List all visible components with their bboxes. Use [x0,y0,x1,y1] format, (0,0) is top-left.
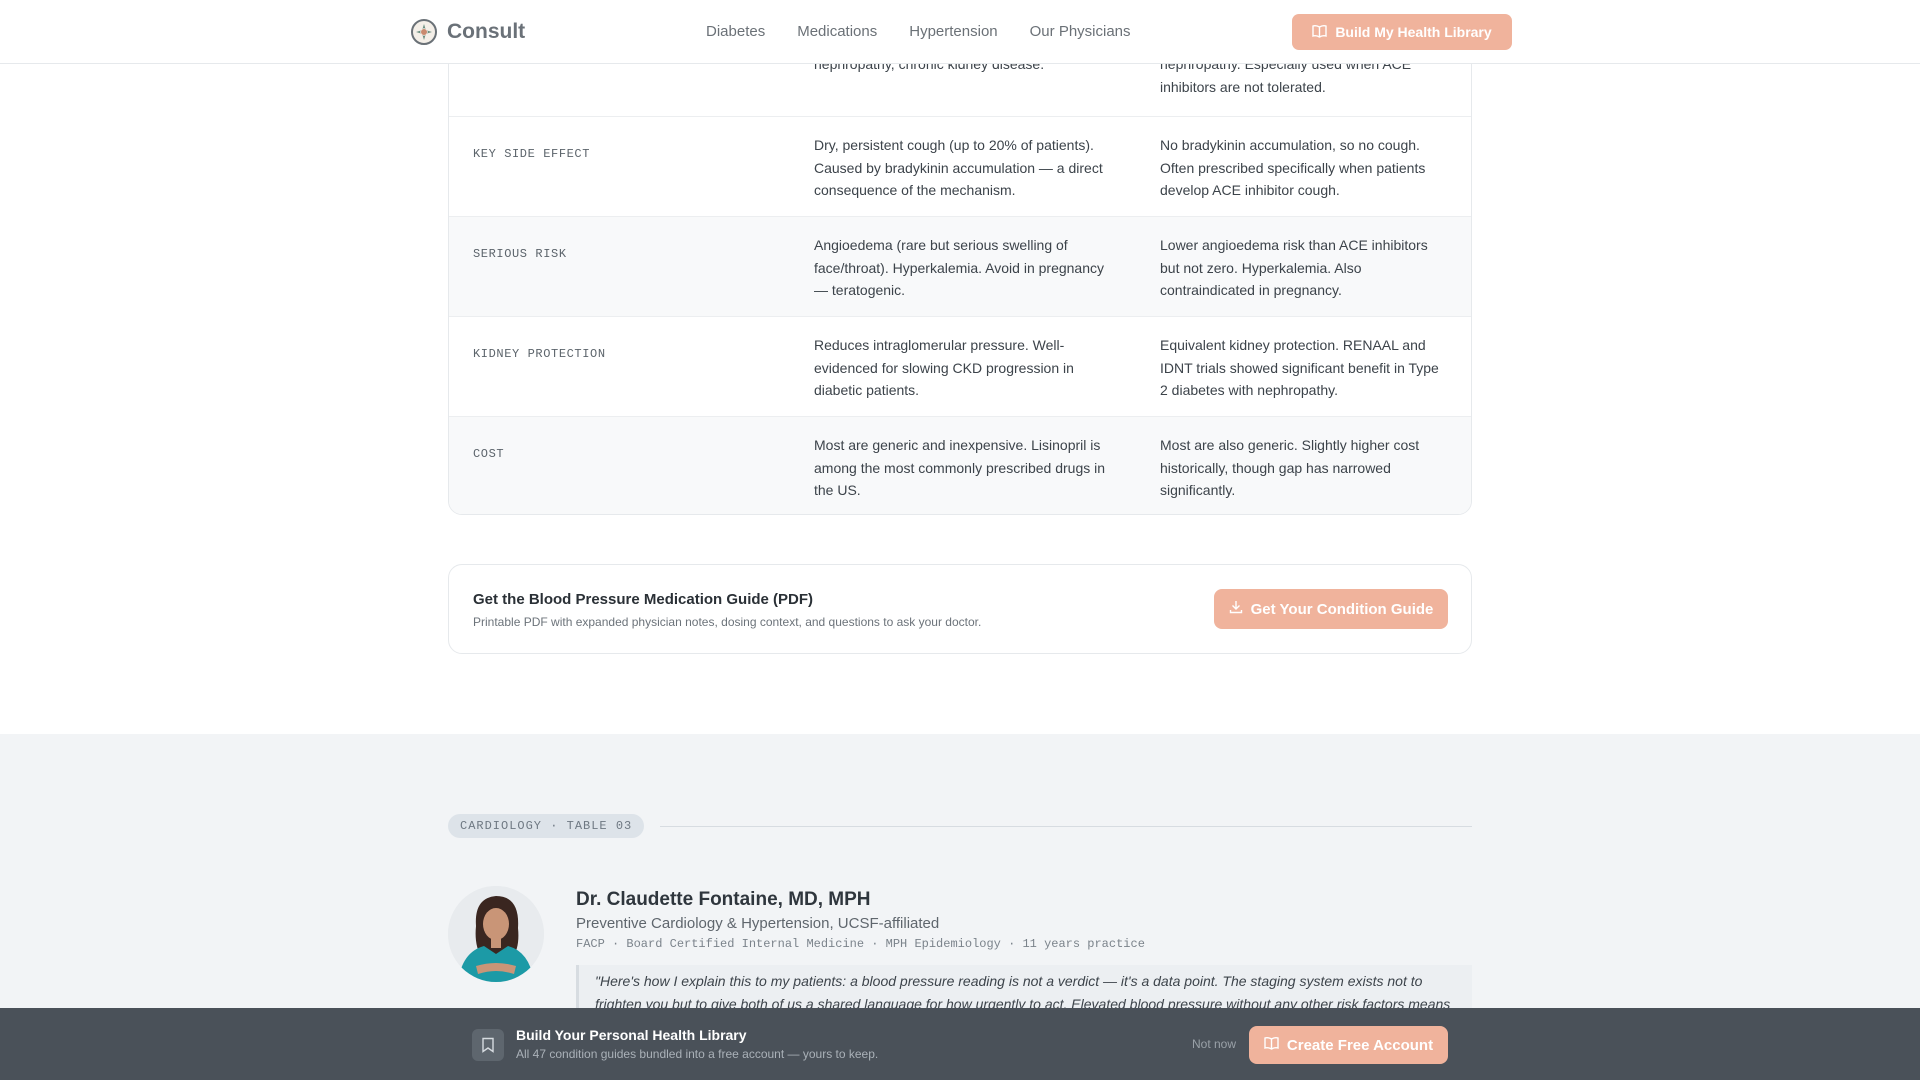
table-row: KIDNEY PROTECTION Reduces intraglomerula… [449,316,1471,416]
table-cell-arb: Equivalent kidney protection. RENAAL and… [1160,334,1460,402]
ace-vs-arb-comparison-table: nephropathy, chronic kidney disease. nep… [448,0,1472,515]
row-label: SERIOUS RISK [473,247,567,261]
create-free-account-button[interactable]: Create Free Account [1249,1026,1448,1064]
table-cell-line: Dry, persistent cough (up to 20% of pati… [814,137,1094,153]
table-cell-line: Often prescribed specifically when patie… [1160,159,1426,176]
banner-title: Build Your Personal Health Library [516,1027,747,1043]
book-open-icon [1312,24,1328,41]
nav-link-hypertension[interactable]: Hypertension [909,23,997,40]
table-cell-line: historically, though gap has narrowed [1160,459,1391,476]
row-label: KIDNEY PROTECTION [473,347,606,361]
table-cell-line: Most are also generic. Slightly higher c… [1160,437,1420,453]
pdf-guide-description: Printable PDF with expanded physician no… [473,615,982,629]
table-row: KEY SIDE EFFECT Dry, persistent cough (u… [449,116,1471,216]
banner-subtitle: All 47 condition guides bundled into a f… [516,1047,879,1061]
table-cell-line: No bradykinin accumulation, so no cough. [1160,137,1420,153]
table-cell-line: inhibitors are not tolerated. [1160,78,1326,95]
book-open-icon [1264,1036,1279,1054]
table-cell-line: evidenced for slowing CKD progression in [814,359,1074,376]
table-cell-line: IDNT trials showed significant benefit i… [1160,359,1439,376]
quote-line: "Here's how I explain this to my patient… [595,973,1423,989]
table-cell-line: Lower angioedema risk than ACE inhibitor… [1160,237,1428,253]
build-health-library-label: Build My Health Library [1335,24,1492,40]
table-cell-line: significantly. [1160,482,1236,498]
brand-name: Consult [447,20,526,43]
table-cell-line: — teratogenic. [814,282,906,298]
not-now-link[interactable]: Not now [1192,1037,1236,1051]
table-cell-line: diabetic patients. [814,382,920,398]
pdf-guide-title: Get the Blood Pressure Medication Guide … [473,591,814,608]
table-cell-line: Angioedema (rare but serious swelling of [814,237,1068,253]
physician-avatar [448,886,544,982]
row-label: COST [473,447,505,461]
table-cell-line: but not zero. Hyperkalemia. Also [1160,259,1362,276]
section-divider [660,826,1472,827]
table-row: SERIOUS RISK Angioedema (rare but seriou… [449,216,1471,316]
table-cell-ace: Reduces intraglomerular pressure. Well- … [814,334,1114,402]
table-cell-ace: Dry, persistent cough (up to 20% of pati… [814,134,1114,202]
table-cell-line: consequence of the mechanism. [814,182,1016,198]
table-cell-line: Most are generic and inexpensive. Lisino… [814,437,1101,453]
table-row: COST Most are generic and inexpensive. L… [449,416,1471,514]
table-cell-arb: Most are also generic. Slightly higher c… [1160,434,1460,502]
get-condition-guide-button[interactable]: Get Your Condition Guide [1214,589,1448,629]
row-label: KEY SIDE EFFECT [473,147,591,161]
nav-link-diabetes[interactable]: Diabetes [706,23,765,40]
section-tag: CARDIOLOGY · TABLE 03 [448,814,645,838]
top-navigation: Consult Diabetes Medications Hypertensio… [0,0,1920,64]
pdf-guide-card: Get the Blood Pressure Medication Guide … [448,564,1472,654]
table-cell-ace: Angioedema (rare but serious swelling of… [814,234,1114,302]
get-condition-guide-label: Get Your Condition Guide [1250,600,1434,618]
create-free-account-label: Create Free Account [1286,1036,1434,1054]
table-cell-line: Equivalent kidney protection. RENAAL and [1160,337,1426,353]
bookmark-icon [472,1029,504,1061]
brand-logo-icon [411,19,437,45]
main-nav: Diabetes Medications Hypertension Our Ph… [706,23,1131,40]
physician-credentials: FACP · Board Certified Internal Medicine… [576,937,1145,951]
table-cell-line: contraindicated in pregnancy. [1160,282,1342,298]
nav-link-medications[interactable]: Medications [797,23,877,40]
table-cell-line: among the most commonly prescribed drugs… [814,459,1106,476]
physician-role: Preventive Cardiology & Hypertension, UC… [576,915,940,932]
table-cell-ace: Most are generic and inexpensive. Lisino… [814,434,1114,502]
table-cell-line: face/throat). Hyperkalemia. Avoid in pre… [814,259,1105,276]
brand-logo-link[interactable]: Consult [411,19,525,45]
physician-name: Dr. Claudette Fontaine, MD, MPH [576,889,871,910]
table-cell-arb: No bradykinin accumulation, so no cough.… [1160,134,1460,202]
download-icon [1229,600,1243,618]
table-cell-line: 2 diabetes with nephropathy. [1160,382,1338,398]
nav-link-our-physicians[interactable]: Our Physicians [1030,23,1131,40]
build-health-library-button[interactable]: Build My Health Library [1292,14,1512,50]
health-library-banner: Build Your Personal Health Library All 4… [0,1008,1920,1080]
table-cell-line: the US. [814,482,861,498]
table-cell-line: Caused by bradykinin accumulation — a di… [814,159,1103,176]
table-cell-arb: Lower angioedema risk than ACE inhibitor… [1160,234,1460,302]
table-cell-line: Reduces intraglomerular pressure. Well- [814,337,1065,353]
table-cell-line: develop ACE inhibitor cough. [1160,182,1340,198]
